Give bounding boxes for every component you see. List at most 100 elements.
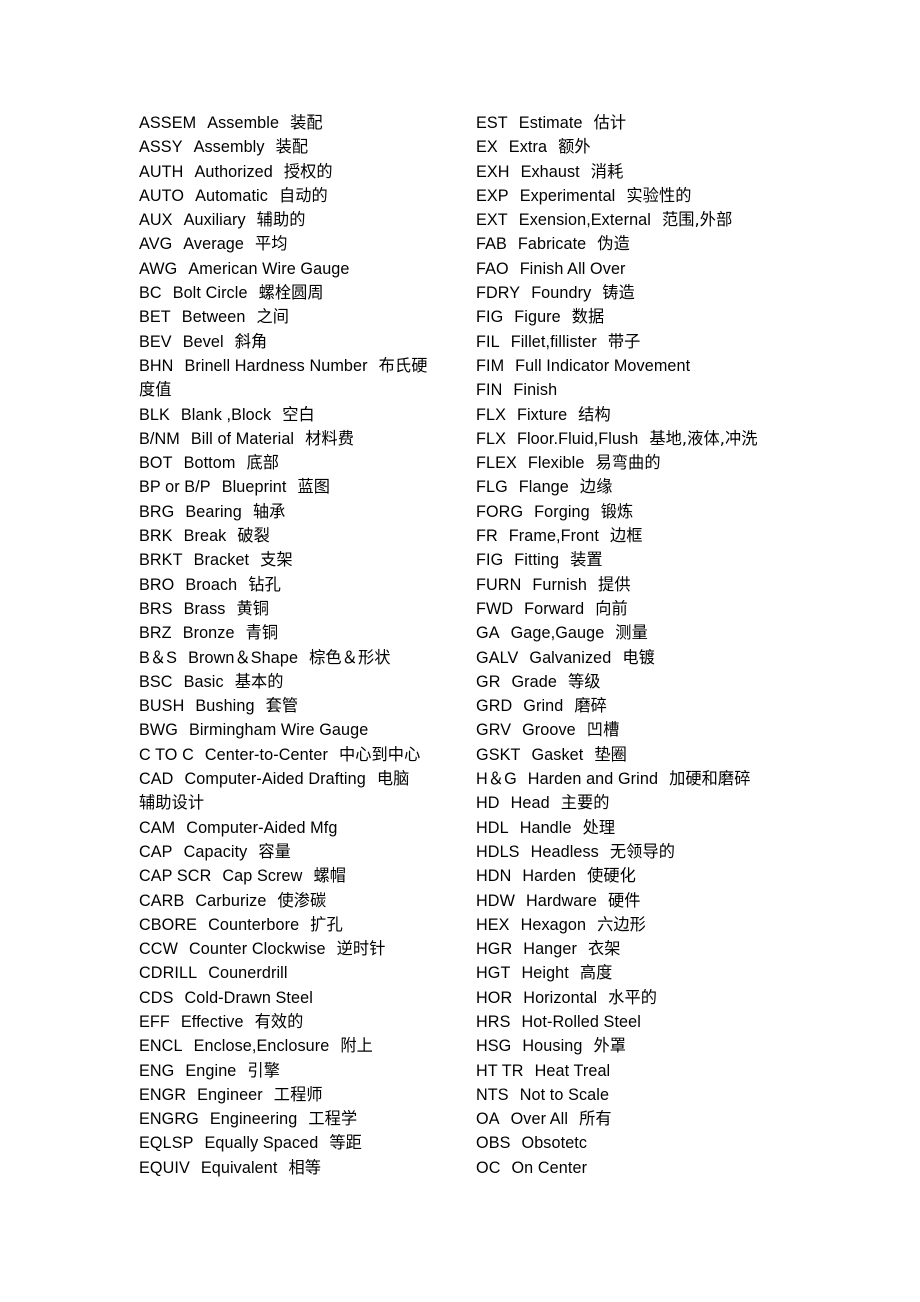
chinese-translation: 所有 bbox=[579, 1109, 612, 1129]
glossary-entry: AVG Average 平均 bbox=[139, 232, 469, 256]
english-term: Gage,Gauge bbox=[510, 624, 605, 643]
abbreviation: BOT bbox=[139, 454, 173, 473]
english-term: Hanger bbox=[523, 940, 577, 959]
english-term: Basic bbox=[183, 672, 224, 691]
english-term: Automatic bbox=[195, 186, 268, 205]
glossary-entry: CBORE Counterbore 扩孔 bbox=[139, 913, 469, 937]
chinese-translation: 底部 bbox=[246, 453, 280, 473]
english-term: Counerdrill bbox=[208, 964, 288, 983]
abbreviation: FORG bbox=[476, 502, 524, 521]
glossary-entry: CDS Cold-Drawn Steel bbox=[139, 986, 469, 1010]
glossary-entry: OA Over All 所有 bbox=[476, 1107, 896, 1131]
abbreviation: BWG bbox=[139, 721, 178, 740]
chinese-translation: 六边形 bbox=[597, 914, 646, 934]
glossary-entry: EQLSP Equally Spaced 等距 bbox=[139, 1131, 469, 1155]
chinese-translation: 棕色＆形状 bbox=[309, 647, 391, 667]
english-term: Floor.Fluid,Flush bbox=[517, 429, 639, 448]
english-term: Harden bbox=[522, 867, 577, 886]
glossary-entry: FDRY Foundry 铸造 bbox=[476, 281, 896, 305]
glossary-column-left: ASSEM Assemble 装配 ASSY Assembly 装配 AUTH Authori… bbox=[139, 111, 469, 1180]
abbreviation: CAM bbox=[139, 818, 176, 837]
glossary-entry-continuation: 辅助设计 bbox=[139, 791, 469, 815]
glossary-entry: B＆S Brown＆Shape 棕色＆形状 bbox=[139, 646, 469, 670]
english-term: Assembly bbox=[193, 138, 265, 157]
glossary-entry: HDLS Headless 无领导的 bbox=[476, 840, 896, 864]
glossary-entry: AWG American Wire Gauge bbox=[139, 257, 469, 281]
chinese-translation: 易弯曲的 bbox=[595, 453, 661, 473]
glossary-entry: H＆G Harden and Grind 加硬和磨碎 bbox=[476, 767, 896, 791]
english-term: Galvanized bbox=[529, 648, 612, 667]
chinese-translation: 带子 bbox=[607, 331, 641, 351]
english-term: Enclose,Enclosure bbox=[193, 1037, 330, 1056]
abbreviation: EX bbox=[476, 138, 498, 157]
glossary-entry: HDL Handle 处理 bbox=[476, 816, 896, 840]
abbreviation: HSG bbox=[476, 1037, 512, 1056]
glossary-entry: FIG Figure 数据 bbox=[476, 305, 896, 329]
english-term: Counterbore bbox=[208, 915, 300, 934]
english-term: Cold-Drawn Steel bbox=[184, 988, 313, 1007]
english-term: Over All bbox=[510, 1110, 569, 1129]
chinese-translation: 范围,外部 bbox=[661, 210, 733, 230]
chinese-translation: 额外 bbox=[558, 137, 591, 157]
glossary-entry: HT TR Heat Treal bbox=[476, 1059, 896, 1083]
abbreviation: HDLS bbox=[476, 842, 520, 861]
abbreviation: HEX bbox=[476, 915, 510, 934]
glossary-entry: BWG Birmingham Wire Gauge bbox=[139, 718, 469, 742]
english-term: Capacity bbox=[183, 842, 248, 861]
abbreviation: BLK bbox=[139, 405, 170, 424]
glossary-entry: HEX Hexagon 六边形 bbox=[476, 913, 896, 937]
glossary-entry: FIM Full Indicator Movement bbox=[476, 354, 896, 378]
english-term: Obsotetc bbox=[521, 1134, 588, 1153]
glossary-entry: CARB Carburize 使渗碳 bbox=[139, 889, 469, 913]
abbreviation: BRS bbox=[139, 599, 173, 618]
abbreviation: CAP bbox=[139, 842, 173, 861]
english-term: Grind bbox=[523, 697, 564, 716]
abbreviation: ASSY bbox=[139, 138, 183, 157]
glossary-entry-continuation: 度值 bbox=[139, 378, 469, 402]
chinese-translation: 辅助设计 bbox=[139, 793, 205, 813]
abbreviation: AUTO bbox=[139, 186, 185, 205]
english-term: Cap Screw bbox=[222, 867, 303, 886]
glossary-entry: FORG Forging 锻炼 bbox=[476, 500, 896, 524]
english-term: Fixture bbox=[517, 405, 568, 424]
chinese-translation: 向前 bbox=[595, 598, 628, 618]
english-term: Exension,External bbox=[518, 211, 651, 230]
english-term: Exhaust bbox=[520, 162, 580, 181]
glossary-entry: HOR Horizontal 水平的 bbox=[476, 986, 896, 1010]
english-term: Engineer bbox=[197, 1085, 263, 1104]
chinese-translation: 相等 bbox=[288, 1157, 322, 1177]
chinese-translation: 逆时针 bbox=[336, 939, 386, 959]
chinese-translation: 使硬化 bbox=[587, 866, 636, 886]
english-term: Break bbox=[183, 527, 227, 546]
glossary-entry: HDW Hardware 硬件 bbox=[476, 889, 896, 913]
chinese-translation: 基地,液体,冲洗 bbox=[649, 428, 758, 448]
abbreviation: CAP SCR bbox=[139, 867, 212, 886]
abbreviation: FAO bbox=[476, 259, 509, 278]
chinese-translation: 测量 bbox=[615, 623, 648, 643]
glossary-entry: HSG Housing 外罩 bbox=[476, 1034, 896, 1058]
abbreviation: EQLSP bbox=[139, 1134, 194, 1153]
chinese-translation: 外罩 bbox=[593, 1036, 627, 1056]
chinese-translation: 无领导的 bbox=[609, 841, 676, 861]
abbreviation: AUX bbox=[139, 211, 173, 230]
chinese-translation: 支架 bbox=[260, 550, 293, 570]
abbreviation: CCW bbox=[139, 940, 178, 959]
glossary-entry: ASSEM Assemble 装配 bbox=[139, 111, 469, 135]
abbreviation: BRKT bbox=[139, 551, 183, 570]
chinese-translation: 伪造 bbox=[597, 234, 630, 254]
chinese-translation: 容量 bbox=[258, 841, 291, 861]
english-term: Bottom bbox=[183, 454, 236, 473]
abbreviation: ENG bbox=[139, 1061, 175, 1080]
glossary-entry: ENGR Engineer 工程师 bbox=[139, 1083, 469, 1107]
english-term: Carburize bbox=[195, 891, 267, 910]
english-term: Engine bbox=[185, 1061, 237, 1080]
chinese-translation: 工程师 bbox=[273, 1084, 323, 1104]
chinese-translation: 铸造 bbox=[602, 283, 635, 303]
chinese-translation: 衣架 bbox=[587, 939, 621, 959]
glossary-entry: GRV Groove 凹槽 bbox=[476, 718, 896, 742]
chinese-translation: 硬件 bbox=[607, 890, 641, 910]
abbreviation: BRO bbox=[139, 575, 175, 594]
glossary-entry: FLG Flange 边缘 bbox=[476, 475, 896, 499]
chinese-translation: 磨碎 bbox=[574, 696, 607, 716]
english-term: Gasket bbox=[531, 745, 584, 764]
